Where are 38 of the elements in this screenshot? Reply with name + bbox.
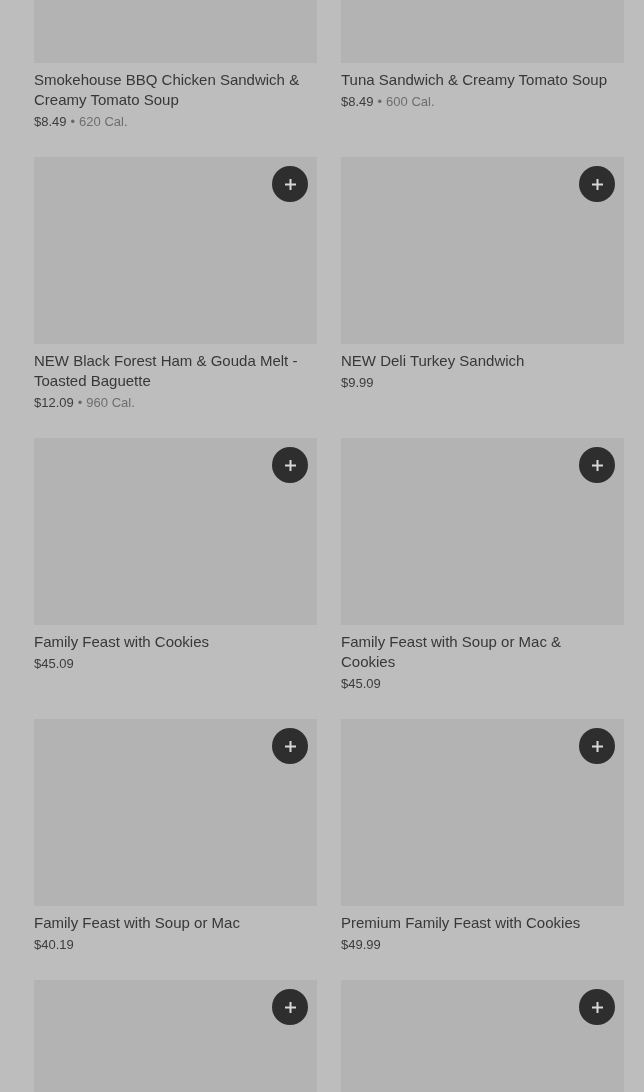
item-title: Smokehouse BBQ Chicken Sandwich & Creamy Tomato Soup <box>34 70 301 110</box>
item-price: $45.09 <box>34 655 74 673</box>
separator-dot: • <box>77 394 83 412</box>
item-title: NEW Deli Turkey Sandwich <box>341 351 526 371</box>
item-title: Family Feast with Cookies <box>34 632 211 652</box>
add-button[interactable] <box>272 728 308 764</box>
plus-icon <box>283 458 297 472</box>
add-button[interactable] <box>272 447 308 483</box>
item-title: Premium Family Feast with Cookies <box>341 913 582 933</box>
item-calories: 620 Cal. <box>79 113 128 131</box>
add-button[interactable] <box>579 166 615 202</box>
add-button[interactable] <box>272 989 308 1025</box>
item-title: NEW Black Forest Ham & Gouda Melt - Toasted Baguette <box>34 351 299 391</box>
item-price: $8.49 <box>341 93 374 111</box>
item-price: $9.99 <box>341 374 374 392</box>
plus-icon <box>283 177 297 191</box>
item-title: Tuna Sandwich & Creamy Tomato Soup <box>341 70 608 90</box>
plus-icon <box>590 458 604 472</box>
item-title: Family Feast with Soup or Mac <box>34 913 241 933</box>
item-price: $45.09 <box>341 675 381 693</box>
item-title: Family Feast with Soup or Mac & Cookies <box>341 632 563 672</box>
item-price: $8.49 <box>34 113 67 131</box>
add-button[interactable] <box>272 166 308 202</box>
item-calories: 600 Cal. <box>386 93 435 111</box>
add-button[interactable] <box>579 728 615 764</box>
item-price: $12.09 <box>34 394 74 412</box>
item-calories: 960 Cal. <box>86 394 135 412</box>
plus-icon <box>590 177 604 191</box>
add-button[interactable] <box>579 447 615 483</box>
plus-icon <box>590 739 604 753</box>
separator-dot: • <box>70 113 76 131</box>
plus-icon <box>283 1000 297 1014</box>
plus-icon <box>283 739 297 753</box>
plus-icon <box>590 1000 604 1014</box>
item-price: $40.19 <box>34 936 74 954</box>
add-button[interactable] <box>579 989 615 1025</box>
separator-dot: • <box>377 93 383 111</box>
item-price: $49.99 <box>341 936 381 954</box>
